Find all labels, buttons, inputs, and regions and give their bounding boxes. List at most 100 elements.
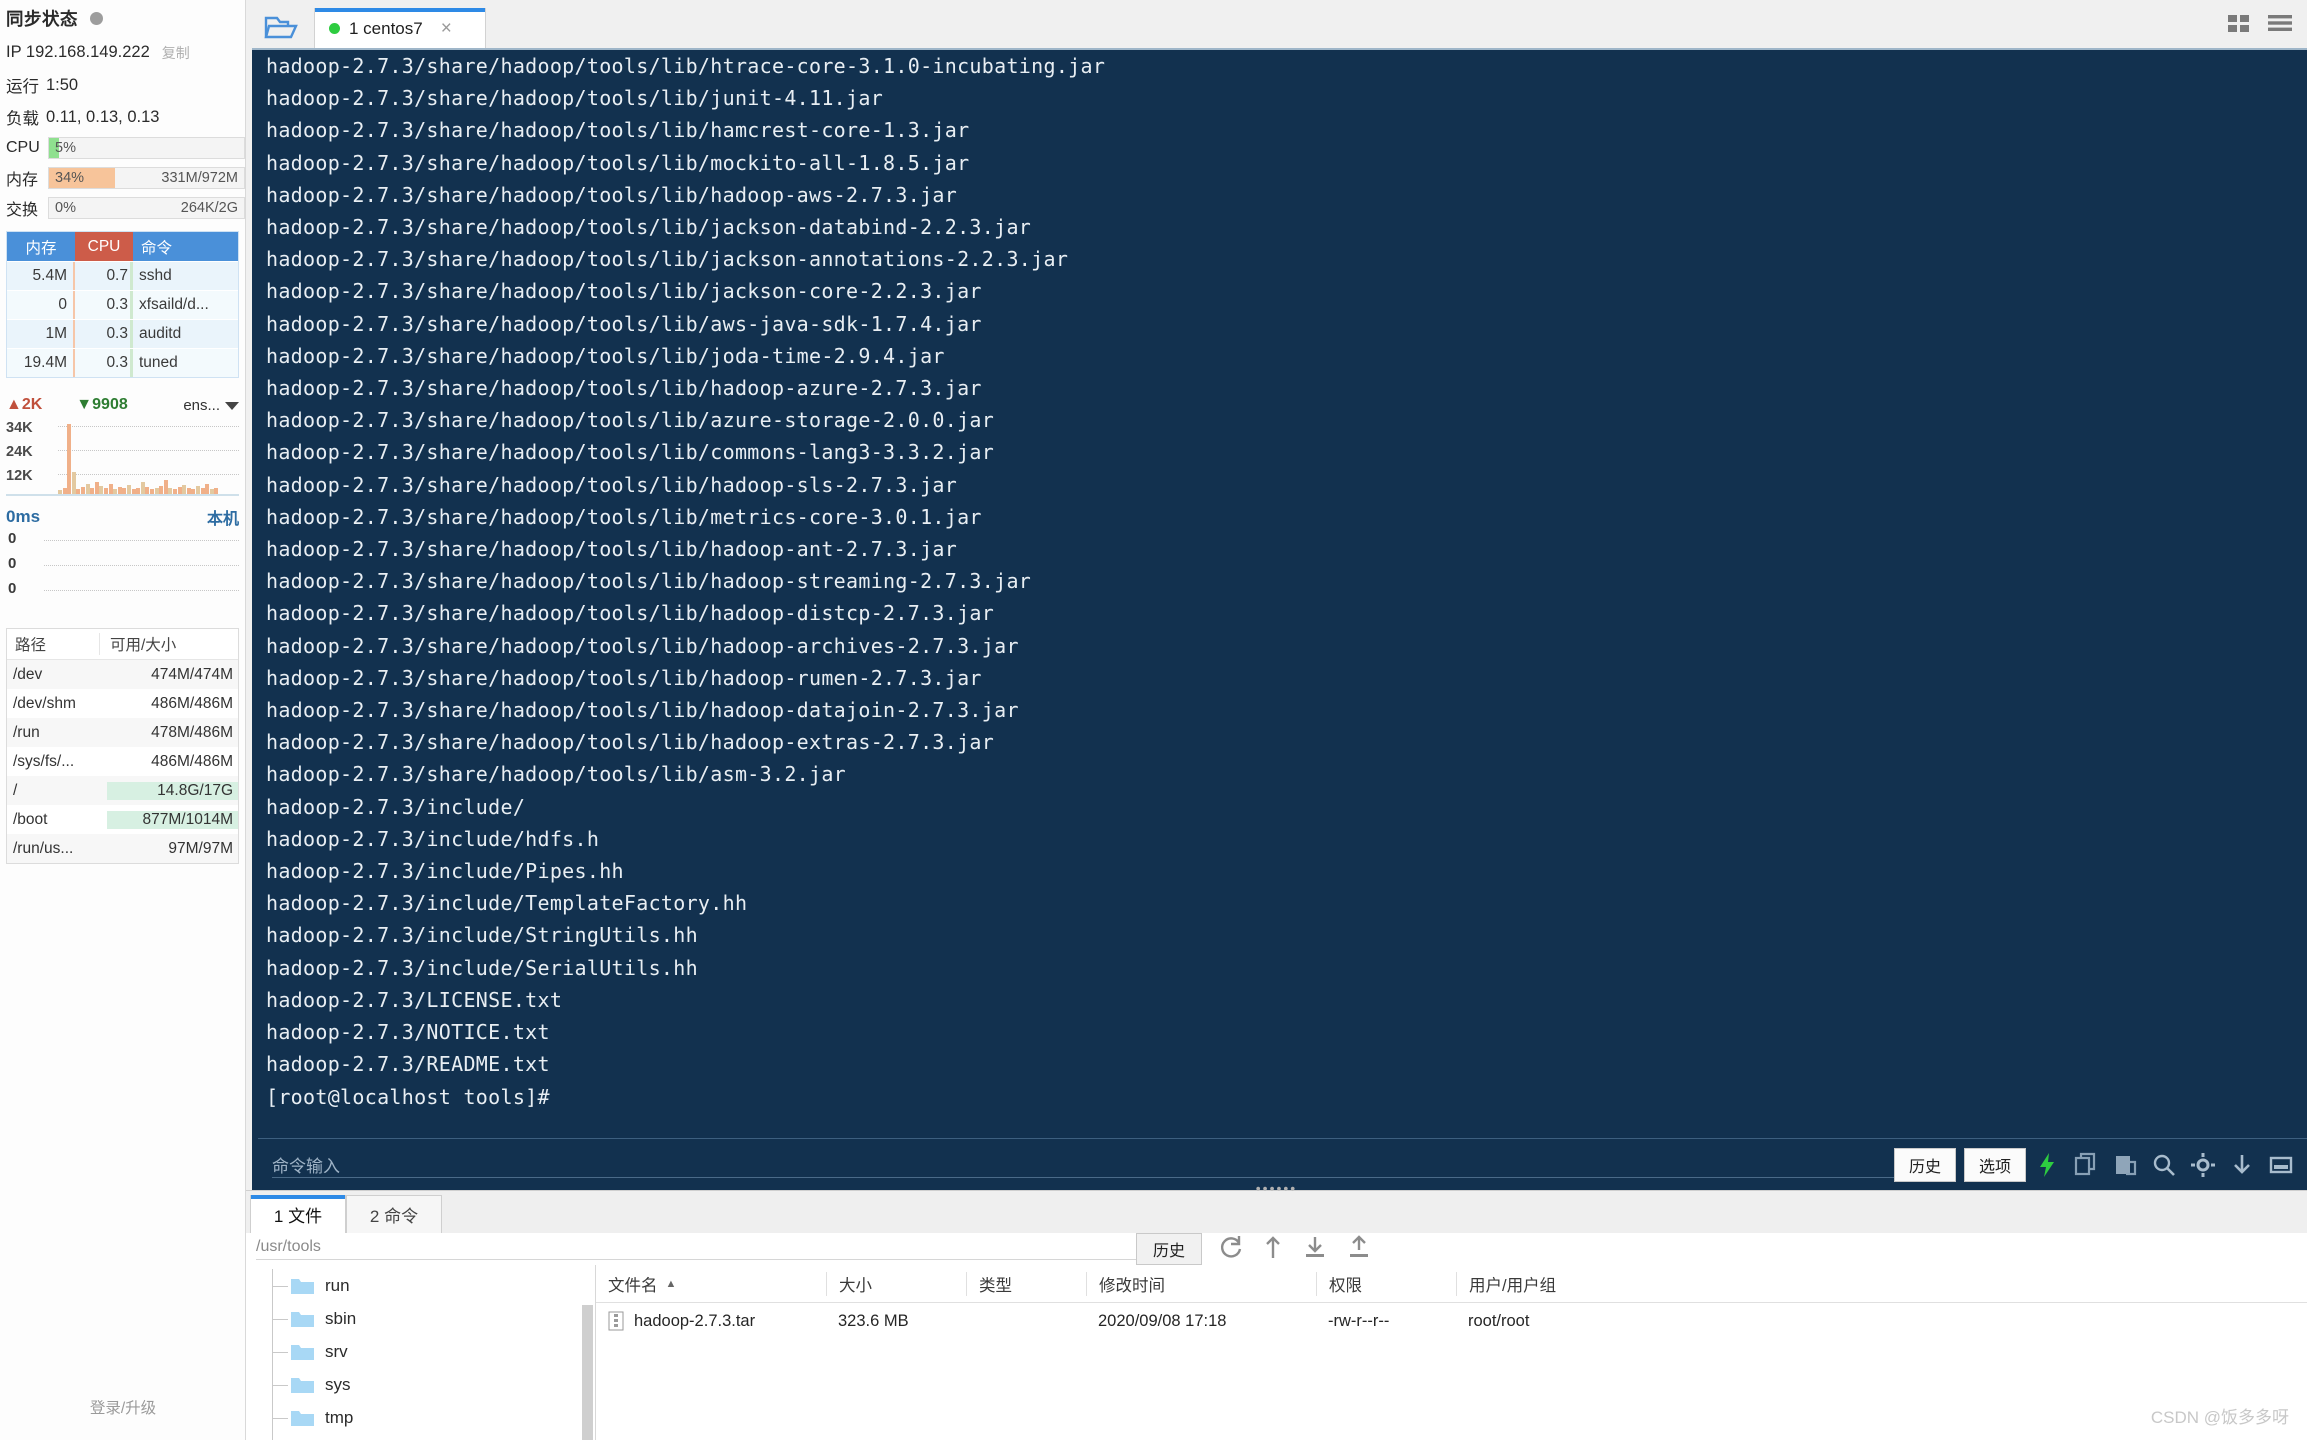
command-input[interactable]: 命令输入 bbox=[272, 1152, 1894, 1178]
network-bar bbox=[214, 488, 219, 494]
network-bar bbox=[67, 424, 72, 494]
swap-meter: 0% 264K/2G bbox=[48, 197, 245, 219]
process-table: 内存 CPU 命令 5.4M 0.7 sshd 0 0.3 xfsaild/d.… bbox=[6, 231, 239, 378]
file-history-button[interactable]: 历史 bbox=[1136, 1233, 1203, 1265]
swap-meter-row: 交换 0% 264K/2G bbox=[0, 193, 245, 223]
table-row[interactable]: /run/us... 97M/97M bbox=[7, 834, 238, 863]
file-header-name[interactable]: 文件名 ▲ bbox=[596, 1272, 826, 1296]
tree-node-run[interactable]: run bbox=[246, 1269, 595, 1302]
table-row[interactable]: /dev 474M/474M bbox=[7, 660, 238, 689]
terminal-history-button[interactable]: 历史 bbox=[1893, 1147, 1956, 1182]
lightning-icon[interactable] bbox=[2034, 1152, 2060, 1178]
menu-icon[interactable] bbox=[2267, 13, 2293, 38]
archive-file-icon bbox=[608, 1311, 624, 1331]
terminal-line: hadoop-2.7.3/share/hadoop/tools/lib/asm-… bbox=[266, 762, 847, 787]
parent-directory-icon[interactable] bbox=[1262, 1234, 1284, 1265]
file-header-size[interactable]: 大小 bbox=[826, 1271, 966, 1296]
network-bar bbox=[209, 489, 214, 494]
process-cpu: 0.3 bbox=[75, 291, 133, 319]
file-header-permissions[interactable]: 权限 bbox=[1316, 1271, 1456, 1296]
file-manager-panel: •••••• 1 文件 2 命令 /usr/tools 历史 run sbin … bbox=[246, 1180, 2307, 1440]
network-bar bbox=[200, 488, 205, 494]
network-widget: ▲2K ▼9908 ens... 34K 24K 12K bbox=[6, 392, 239, 496]
table-row[interactable]: / 14.8G/17G bbox=[7, 776, 238, 805]
terminal-line: hadoop-2.7.3/share/hadoop/tools/lib/hado… bbox=[266, 376, 982, 401]
grid-view-icon[interactable] bbox=[2227, 13, 2251, 38]
network-bar bbox=[168, 488, 173, 494]
network-graph: 34K 24K 12K bbox=[6, 418, 239, 496]
path-input[interactable]: /usr/tools bbox=[256, 1238, 1136, 1260]
refresh-icon[interactable] bbox=[1218, 1234, 1244, 1265]
upload-file-icon[interactable] bbox=[1346, 1234, 1372, 1265]
upload-value: 2K bbox=[21, 396, 43, 413]
terminal-options-button[interactable]: 选项 bbox=[1963, 1147, 2026, 1182]
table-row[interactable]: 19.4M 0.3 tuned bbox=[7, 348, 238, 377]
process-header-command[interactable]: 命令 bbox=[133, 232, 238, 261]
network-bar bbox=[205, 484, 210, 494]
loadavg-value: 0.11, 0.13, 0.13 bbox=[46, 107, 160, 126]
latency-y-label: 0 bbox=[8, 580, 17, 597]
terminal-line: hadoop-2.7.3/LICENSE.txt bbox=[266, 987, 563, 1012]
network-plot-area bbox=[58, 418, 239, 494]
terminal-line: hadoop-2.7.3/share/hadoop/tools/lib/comm… bbox=[266, 440, 995, 465]
tree-scrollbar[interactable] bbox=[582, 1305, 593, 1440]
tree-node-partial[interactable] bbox=[246, 1434, 595, 1440]
memory-meter: 34% 331M/972M bbox=[48, 167, 245, 189]
open-folder-icon[interactable] bbox=[264, 14, 298, 40]
gear-icon[interactable] bbox=[2190, 1152, 2216, 1178]
close-icon[interactable]: × bbox=[441, 19, 452, 38]
process-header-memory[interactable]: 内存 bbox=[7, 232, 75, 261]
file-header-owner[interactable]: 用户/用户组 bbox=[1456, 1271, 1656, 1296]
terminal-tabbar: 1 centos7 × bbox=[246, 0, 2307, 48]
table-row[interactable]: 5.4M 0.7 sshd bbox=[7, 261, 238, 290]
network-interface-selector[interactable]: ens... bbox=[183, 397, 239, 414]
swap-meter-label: 交换 bbox=[6, 202, 39, 219]
process-table-header: 内存 CPU 命令 bbox=[7, 232, 238, 261]
search-icon[interactable] bbox=[2151, 1152, 2177, 1178]
table-row[interactable]: hadoop-2.7.3.tar 323.6 MB 2020/09/08 17:… bbox=[596, 1303, 2307, 1339]
download-file-icon[interactable] bbox=[1302, 1234, 1328, 1265]
file-mtime: 2020/09/08 17:18 bbox=[1098, 1311, 1227, 1330]
uptime-label: 运行 bbox=[6, 78, 39, 96]
file-header-type[interactable]: 类型 bbox=[966, 1271, 1086, 1296]
network-bar bbox=[76, 489, 81, 494]
terminal-line: hadoop-2.7.3/share/hadoop/tools/lib/hado… bbox=[266, 698, 1019, 723]
network-interface-label: ens... bbox=[183, 396, 220, 414]
table-row[interactable]: 0 0.3 xfsaild/d... bbox=[7, 290, 238, 319]
folder-icon bbox=[290, 1309, 315, 1328]
network-bar bbox=[163, 480, 168, 494]
file-header-mtime[interactable]: 修改时间 bbox=[1086, 1271, 1316, 1296]
copy-ip-button[interactable]: 复制 bbox=[162, 43, 190, 63]
table-row[interactable]: 1M 0.3 auditd bbox=[7, 319, 238, 348]
tab-commands[interactable]: 2 命令 bbox=[346, 1195, 442, 1233]
download-value: 9908 bbox=[92, 396, 128, 413]
tree-node-srv[interactable]: srv bbox=[246, 1335, 595, 1368]
download-icon[interactable] bbox=[2229, 1152, 2255, 1178]
paste-icon[interactable] bbox=[2112, 1152, 2138, 1178]
latency-y-label: 0 bbox=[8, 530, 17, 547]
sync-status-label: 同步状态 bbox=[6, 8, 78, 29]
minimize-window-icon[interactable] bbox=[2268, 1152, 2294, 1178]
terminal-tab-centos7[interactable]: 1 centos7 × bbox=[314, 8, 486, 48]
table-row[interactable]: /run 478M/486M bbox=[7, 718, 238, 747]
process-memory: 19.4M bbox=[7, 349, 75, 377]
login-upgrade-link[interactable]: 登录/升级 bbox=[0, 1396, 246, 1418]
chevron-down-icon bbox=[225, 401, 239, 410]
file-size: 323.6 MB bbox=[838, 1311, 909, 1330]
network-bar bbox=[173, 489, 177, 494]
tree-node-sbin[interactable]: sbin bbox=[246, 1302, 595, 1335]
disk-usage: 486M/486M bbox=[151, 752, 233, 770]
terminal-line: hadoop-2.7.3/share/hadoop/tools/lib/hado… bbox=[266, 633, 1019, 658]
table-row[interactable]: /sys/fs/... 486M/486M bbox=[7, 747, 238, 776]
tree-node-tmp[interactable]: tmp bbox=[246, 1401, 595, 1434]
table-row[interactable]: /boot 877M/1014M bbox=[7, 805, 238, 834]
file-toolbar bbox=[1218, 1234, 1372, 1265]
terminal-output[interactable]: hadoop-2.7.3/share/hadoop/tools/lib/htra… bbox=[252, 48, 2307, 1190]
table-row[interactable]: /dev/shm 486M/486M bbox=[7, 689, 238, 718]
tree-node-label: sys bbox=[325, 1374, 351, 1394]
tab-files[interactable]: 1 文件 bbox=[250, 1195, 346, 1233]
tree-node-sys[interactable]: sys bbox=[246, 1368, 595, 1401]
copy-icon[interactable] bbox=[2073, 1152, 2099, 1178]
panel-resize-handle[interactable]: •••••• bbox=[1247, 1180, 1307, 1196]
process-header-cpu[interactable]: CPU bbox=[75, 232, 133, 261]
